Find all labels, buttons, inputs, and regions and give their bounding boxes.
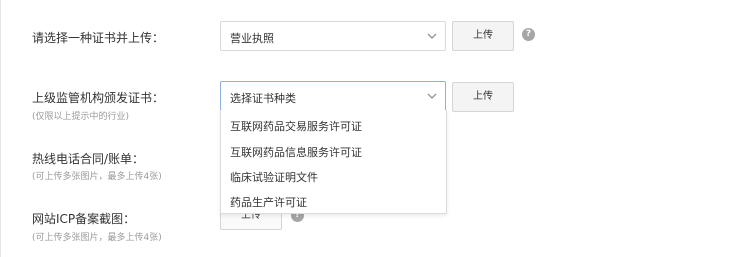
chevron-down-icon xyxy=(427,93,437,99)
dropdown-option[interactable]: 临床试验证明文件 xyxy=(230,169,318,185)
hotline-hint: (可上传多张图片，最多上传4张) xyxy=(32,172,162,182)
cert-type-dropdown: 互联网药品交易服务许可证 互联网药品信息服务许可证 临床试验证明文件 药品生产许… xyxy=(220,110,447,214)
supervisor-cert-upload-button[interactable]: 上传 xyxy=(452,82,514,112)
cert-type-select[interactable]: 营业执照 xyxy=(220,21,446,51)
dropdown-option[interactable]: 互联网药品信息服务许可证 xyxy=(230,144,362,160)
cert-type-upload-button[interactable]: 上传 xyxy=(452,21,514,51)
dropdown-option[interactable]: 药品生产许可证 xyxy=(230,194,307,210)
hotline-label: 热线电话合同/账单： xyxy=(32,152,145,166)
icp-label: 网站ICP备案截图： xyxy=(32,212,136,226)
supervisor-cert-hint: (仅限以上提示中的行业) xyxy=(32,112,130,122)
chevron-down-icon xyxy=(427,33,437,39)
cert-type-selected: 营业执照 xyxy=(230,32,274,45)
question-icon[interactable]: ? xyxy=(522,28,535,41)
supervisor-cert-select[interactable]: 选择证书种类 xyxy=(220,81,446,111)
form-panel: 请选择一种证书并上传： 营业执照 上传 ? 上级监管机构颁发证书： (仅限以上提… xyxy=(0,0,740,257)
icp-hint: (可上传多张图片，最多上传4张) xyxy=(32,233,162,243)
cert-type-label: 请选择一种证书并上传： xyxy=(32,31,165,45)
supervisor-cert-selected: 选择证书种类 xyxy=(230,92,296,105)
dropdown-option[interactable]: 互联网药品交易服务许可证 xyxy=(230,118,362,134)
supervisor-cert-label: 上级监管机构颁发证书： xyxy=(32,91,165,105)
